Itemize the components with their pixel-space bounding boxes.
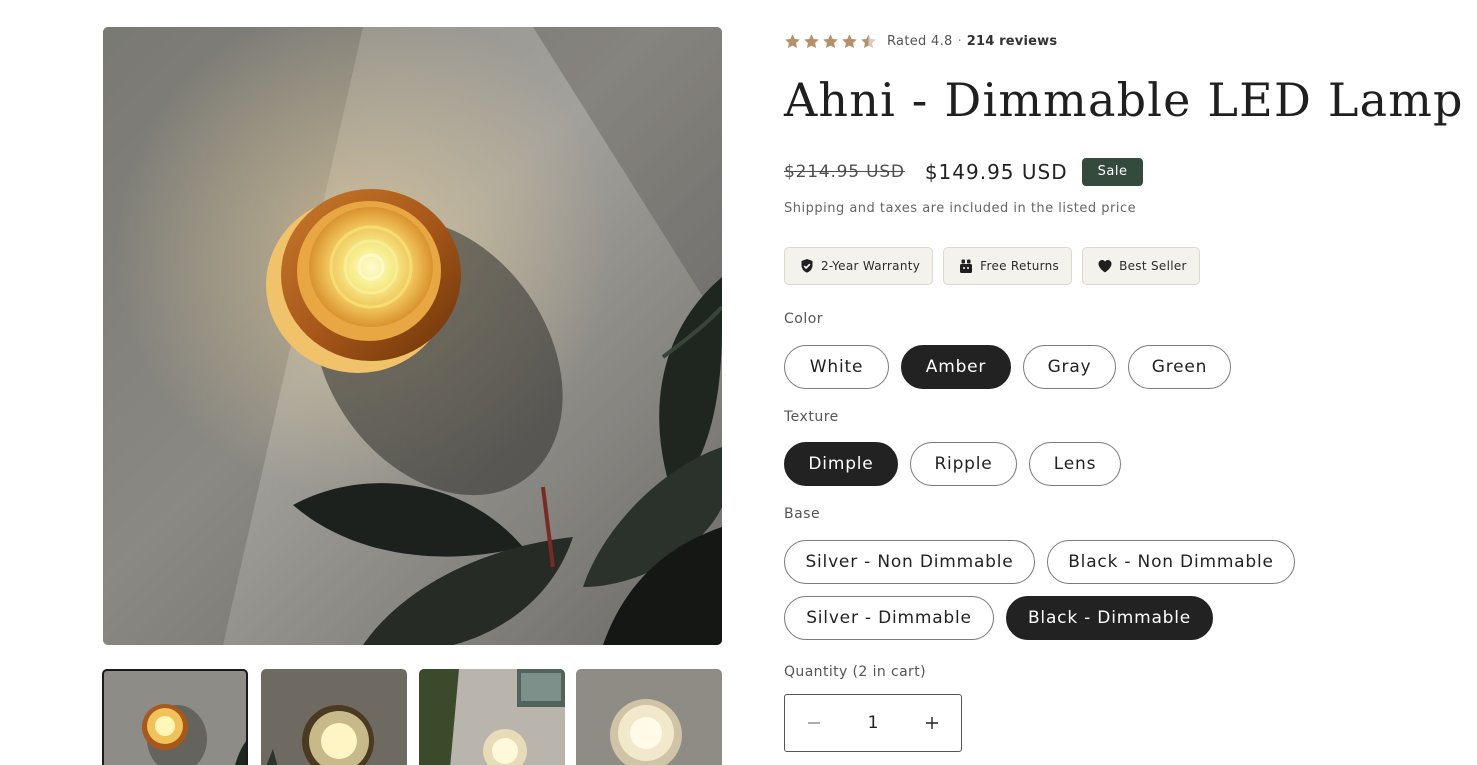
- base-option-black-non-dimmable[interactable]: Black - Non Dimmable: [1047, 540, 1295, 584]
- quantity-input[interactable]: 1: [843, 713, 903, 733]
- badge-label: Best Seller: [1119, 259, 1187, 273]
- color-option-gray[interactable]: Gray: [1023, 345, 1116, 389]
- product-main-image[interactable]: [103, 27, 722, 645]
- sale-badge: Sale: [1081, 158, 1144, 186]
- sale-price: $149.95 USD: [924, 160, 1068, 184]
- shipping-note: Shipping and taxes are included in the l…: [784, 201, 1137, 216]
- base-option-silver-non-dimmable[interactable]: Silver - Non Dimmable: [784, 540, 1035, 584]
- quantity-stepper: 1: [784, 694, 962, 752]
- product-title: Ahni - Dimmable LED Lamp: [784, 73, 1464, 127]
- rating-separator: ·: [957, 33, 962, 49]
- price-row: $214.95 USD $149.95 USD Sale: [784, 157, 1144, 187]
- quantity-increase-button[interactable]: [903, 695, 961, 751]
- texture-option-dimple[interactable]: Dimple: [784, 442, 898, 486]
- thumbnail-amber-lamp[interactable]: [102, 669, 248, 765]
- quantity-label: Quantity (2 in cart): [784, 664, 926, 680]
- color-option-amber[interactable]: Amber: [901, 345, 1011, 389]
- plus-icon: [926, 717, 938, 729]
- star-icon: [842, 33, 857, 48]
- texture-option-ripple[interactable]: Ripple: [910, 442, 1017, 486]
- color-option-white[interactable]: White: [784, 345, 889, 389]
- star-icon: [785, 33, 800, 48]
- gift-box-icon: [960, 259, 973, 273]
- star-icon: [823, 33, 838, 48]
- badge-label: 2-Year Warranty: [821, 259, 921, 273]
- half-star-icon: [861, 33, 876, 48]
- quantity-decrease-button[interactable]: [785, 695, 843, 751]
- star-rating: [784, 33, 877, 50]
- base-option-black-dimmable[interactable]: Black - Dimmable: [1006, 596, 1213, 640]
- texture-option-lens[interactable]: Lens: [1029, 442, 1121, 486]
- best-seller-badge: Best Seller: [1082, 247, 1200, 285]
- thumbnail-strip: [102, 669, 724, 765]
- rating-summary: Rated 4.8 · 214 reviews: [784, 31, 1057, 51]
- color-option-green[interactable]: Green: [1128, 345, 1231, 389]
- returns-badge: Free Returns: [943, 247, 1073, 285]
- star-icon: [804, 33, 819, 48]
- badge-label: Free Returns: [980, 259, 1060, 273]
- base-option-silver-dimmable[interactable]: Silver - Dimmable: [784, 596, 994, 640]
- thumbnail-white-lamp-closeup[interactable]: [576, 669, 722, 765]
- minus-icon: [808, 722, 820, 724]
- texture-label: Texture: [784, 409, 839, 425]
- trust-badges: 2-Year Warranty Free Returns Best Seller: [784, 247, 1200, 285]
- compare-at-price: $214.95 USD: [784, 162, 905, 182]
- product-info: Rated 4.8 · 214 reviews Ahni - Dimmable …: [784, 0, 1477, 765]
- base-label: Base: [784, 506, 821, 522]
- reviews-link[interactable]: 214 reviews: [967, 34, 1058, 49]
- color-label: Color: [784, 311, 824, 327]
- thumbnail-white-lamp-hallway[interactable]: [419, 669, 565, 765]
- warranty-badge: 2-Year Warranty: [784, 247, 934, 285]
- heart-icon: [1098, 260, 1112, 273]
- rating-text: Rated 4.8: [887, 33, 953, 49]
- shield-check-icon: [801, 259, 813, 273]
- thumbnail-smoke-lamp[interactable]: [261, 669, 407, 765]
